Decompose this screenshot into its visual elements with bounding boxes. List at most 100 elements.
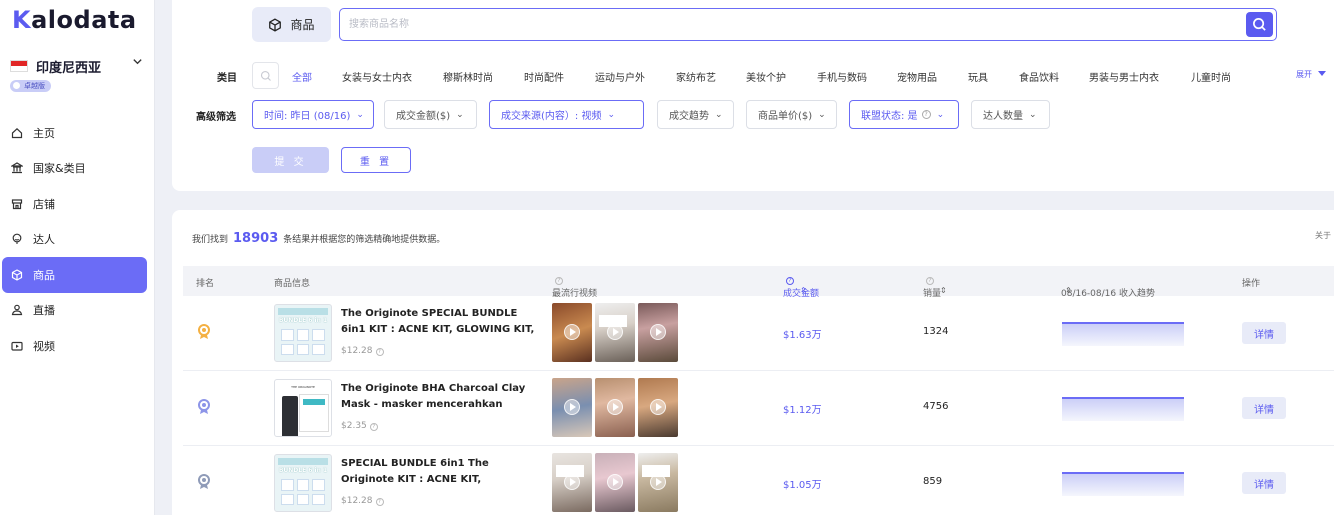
filter-affiliate-dropdown[interactable]: 联盟状态: 是? ⌄ (849, 100, 959, 129)
product-price: $12.28? (341, 496, 384, 506)
results-summary: 我们找到 18903 条结果并根据您的筛选精确地提供数据。 (192, 231, 446, 246)
influencer-icon (10, 232, 24, 246)
sidebar-item-home[interactable]: 主页 (0, 115, 155, 151)
play-icon (607, 399, 623, 415)
play-icon (607, 474, 623, 490)
category-search-button[interactable] (252, 62, 279, 89)
help-icon: ? (369, 423, 378, 431)
store-icon (10, 197, 24, 211)
detail-button[interactable]: 详情 (1242, 472, 1286, 494)
video-thumbnail[interactable] (552, 303, 592, 362)
product-image[interactable]: BUNDLE 6 in 1 (274, 304, 332, 362)
sidebar-item-creators[interactable]: 达人 (0, 222, 155, 258)
home-icon (10, 126, 24, 140)
category-pet-supplies[interactable]: 宠物用品 (897, 69, 968, 84)
category-food-beverage[interactable]: 食品饮料 (1019, 69, 1089, 84)
table-row[interactable]: BUNDLE 6 in 1 SPECIAL BUNDLE 6in1 The Or… (183, 446, 1334, 515)
table-row[interactable]: THE ORIGINOTE The Originote BHA Charcoal… (183, 371, 1334, 446)
help-icon: ? (926, 277, 934, 285)
help-icon: ? (375, 498, 384, 506)
video-thumbnail[interactable] (595, 378, 635, 437)
category-sports-outdoor[interactable]: 运动与户外 (595, 69, 676, 84)
video-thumbnail[interactable] (552, 378, 592, 437)
sidebar-item-country-category[interactable]: 国家&类目 (0, 151, 155, 187)
sidebar-item-live[interactable]: 直播 (0, 293, 155, 329)
filter-gmv-dropdown[interactable]: 成交金额($) ⌄ (384, 100, 477, 129)
filter-time-dropdown[interactable]: 时间: 昨日 (08/16) ⌄ (252, 100, 374, 129)
sidebar-item-products[interactable]: 商品 (2, 257, 147, 293)
category-fashion-accessories[interactable]: 时尚配件 (524, 69, 595, 84)
play-icon (607, 324, 623, 340)
reset-button[interactable]: 重 置 (341, 147, 411, 173)
video-thumbnail[interactable] (552, 453, 592, 512)
table-row[interactable]: BUNDLE 6 in 1 The Originote SPECIAL BUND… (183, 296, 1334, 371)
product-image[interactable]: THE ORIGINOTE (274, 379, 332, 437)
category-all[interactable]: 全部 (292, 69, 342, 84)
chevron-down-icon: ⌄ (456, 109, 464, 120)
category-muslim-fashion[interactable]: 穆斯林时尚 (443, 69, 524, 84)
sidebar-item-label: 直播 (33, 304, 55, 318)
col-sales-sort[interactable]: 销量? ⇕ (923, 276, 947, 299)
filter-unit-price-dropdown[interactable]: 商品单价($) ⌄ (746, 100, 837, 129)
chevron-down-icon (132, 56, 143, 70)
chevron-down-icon: ⌄ (936, 109, 945, 120)
region-selector[interactable]: 印度尼西亚 (10, 56, 145, 76)
about-link[interactable]: 关于 (1315, 230, 1331, 241)
advanced-filter-label: 高级筛选 (196, 112, 236, 123)
rank-medal-icon (198, 474, 210, 489)
detail-button[interactable]: 详情 (1242, 322, 1286, 344)
help-icon: ? (375, 348, 384, 356)
product-title[interactable]: SPECIAL BUNDLE 6in1 The Originote KIT : … (341, 456, 537, 488)
bank-icon (10, 161, 24, 175)
search-icon (260, 70, 271, 81)
kalodata-logo[interactable]: Kalodata (12, 6, 137, 34)
product-search-type-button[interactable]: 商品 (252, 7, 331, 42)
gmv-value: $1.63万 (783, 330, 822, 341)
gmv-value: $1.05万 (783, 480, 822, 491)
expand-categories-button[interactable]: 展开 (1296, 69, 1326, 80)
help-icon: ? (555, 277, 563, 285)
col-product: 商品信息 (274, 279, 311, 289)
col-gmv-sort[interactable]: 成交金额? ⇕ (783, 276, 819, 299)
results-count: 18903 (233, 231, 279, 246)
submit-button[interactable]: 提 交 (252, 147, 329, 173)
col-videos: 最流行视频? (552, 277, 598, 299)
sidebar-item-label: 达人 (33, 233, 55, 247)
product-price: $2.35? (341, 421, 378, 431)
filter-creators-dropdown[interactable]: 达人数量 ⌄ (971, 100, 1050, 129)
category-home-textiles[interactable]: 家纺布艺 (676, 69, 746, 84)
video-thumbnail[interactable] (595, 453, 635, 512)
category-toys[interactable]: 玩具 (968, 69, 1019, 84)
video-icon (10, 339, 24, 353)
rank-medal-icon (198, 324, 210, 339)
video-thumbnail[interactable] (638, 453, 678, 512)
filter-trend-dropdown[interactable]: 成交趋势 ⌄ (657, 100, 734, 129)
video-thumbnail[interactable] (638, 378, 678, 437)
detail-button[interactable]: 详情 (1242, 397, 1286, 419)
category-kids-fashion[interactable]: 儿童时尚 (1191, 69, 1261, 84)
product-title[interactable]: The Originote BHA Charcoal Clay Mask - m… (341, 381, 537, 413)
sidebar: Kalodata 印度尼西亚 卓越版 主页 国家&类目 店铺 达人 商品 直播 … (0, 0, 155, 515)
category-phones-electronics[interactable]: 手机与数码 (817, 69, 897, 84)
sidebar-nav: 主页 国家&类目 店铺 达人 商品 直播 视频 (0, 115, 155, 364)
product-image[interactable]: BUNDLE 6 in 1 (274, 454, 332, 512)
revenue-trend-sparkline (1062, 397, 1184, 421)
sidebar-item-stores[interactable]: 店铺 (0, 186, 155, 222)
video-thumbnail[interactable] (638, 303, 678, 362)
search-button[interactable] (1246, 12, 1273, 37)
filter-source-dropdown[interactable]: 成交来源(内容）: 视频 ⌄ (489, 100, 644, 129)
category-men-apparel[interactable]: 男装与男士内衣 (1089, 69, 1191, 84)
help-icon: ? (786, 277, 794, 285)
region-name: 印度尼西亚 (36, 60, 102, 76)
sidebar-item-label: 主页 (33, 126, 55, 140)
sidebar-item-videos[interactable]: 视频 (0, 328, 155, 364)
product-title[interactable]: The Originote SPECIAL BUNDLE 6in1 KIT : … (341, 306, 537, 338)
chevron-down-icon: ⌄ (607, 109, 615, 120)
category-women-apparel[interactable]: 女装与女士内衣 (342, 69, 443, 84)
chevron-down-icon: ⌄ (1029, 109, 1037, 120)
search-input[interactable] (340, 9, 1220, 40)
category-beauty[interactable]: 美妆个护 (746, 69, 817, 84)
caret-down-icon (1317, 71, 1326, 76)
product-tab-label: 商品 (290, 18, 315, 32)
video-thumbnail[interactable] (595, 303, 635, 362)
